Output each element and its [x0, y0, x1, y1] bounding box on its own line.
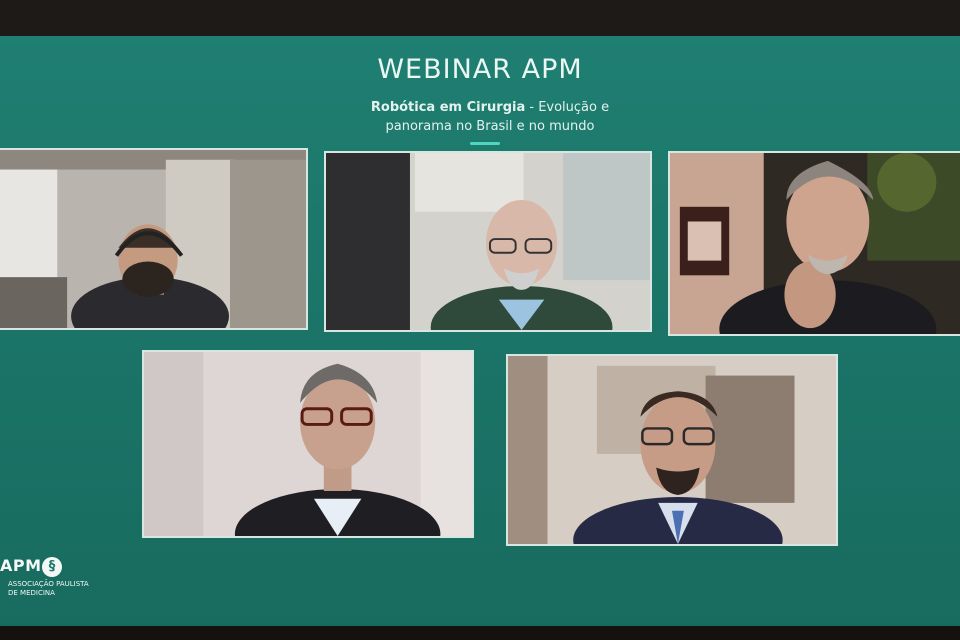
participant-video-1: [0, 150, 306, 328]
monitor-top-bezel: [0, 0, 960, 36]
logo-org-line1: ASSOCIAÇÃO PAULISTA: [8, 580, 89, 588]
title-accent-line: [470, 142, 500, 145]
participant-video-3: [670, 153, 960, 334]
webinar-screen: WEBINAR APM Robótica em Cirurgia - Evolu…: [0, 36, 960, 626]
participant-tile-5[interactable]: [506, 354, 838, 546]
logo-org-line2: DE MEDICINA: [8, 589, 55, 597]
logo-emblem-icon: §: [42, 557, 62, 577]
participant-video-4: [144, 352, 472, 536]
monitor-bottom-bezel: [0, 626, 960, 640]
participant-tile-2[interactable]: [324, 151, 652, 332]
subtitle-bold: Robótica em Cirurgia: [370, 100, 526, 115]
participant-video-5: [508, 356, 836, 544]
participant-tile-1[interactable]: [0, 148, 308, 330]
apm-logo: APM § ASSOCIAÇÃO PAULISTA DE MEDICINA: [0, 556, 90, 602]
participant-video-2: [326, 153, 650, 330]
logo-org-name: ASSOCIAÇÃO PAULISTA DE MEDICINA: [8, 580, 98, 598]
participant-tile-4[interactable]: [142, 350, 474, 538]
webinar-title: WEBINAR APM: [377, 54, 583, 85]
logo-apm-text: APM: [0, 556, 42, 575]
webinar-subtitle: Robótica em Cirurgia - Evolução e panora…: [360, 98, 620, 136]
participant-tile-3[interactable]: [668, 151, 960, 336]
